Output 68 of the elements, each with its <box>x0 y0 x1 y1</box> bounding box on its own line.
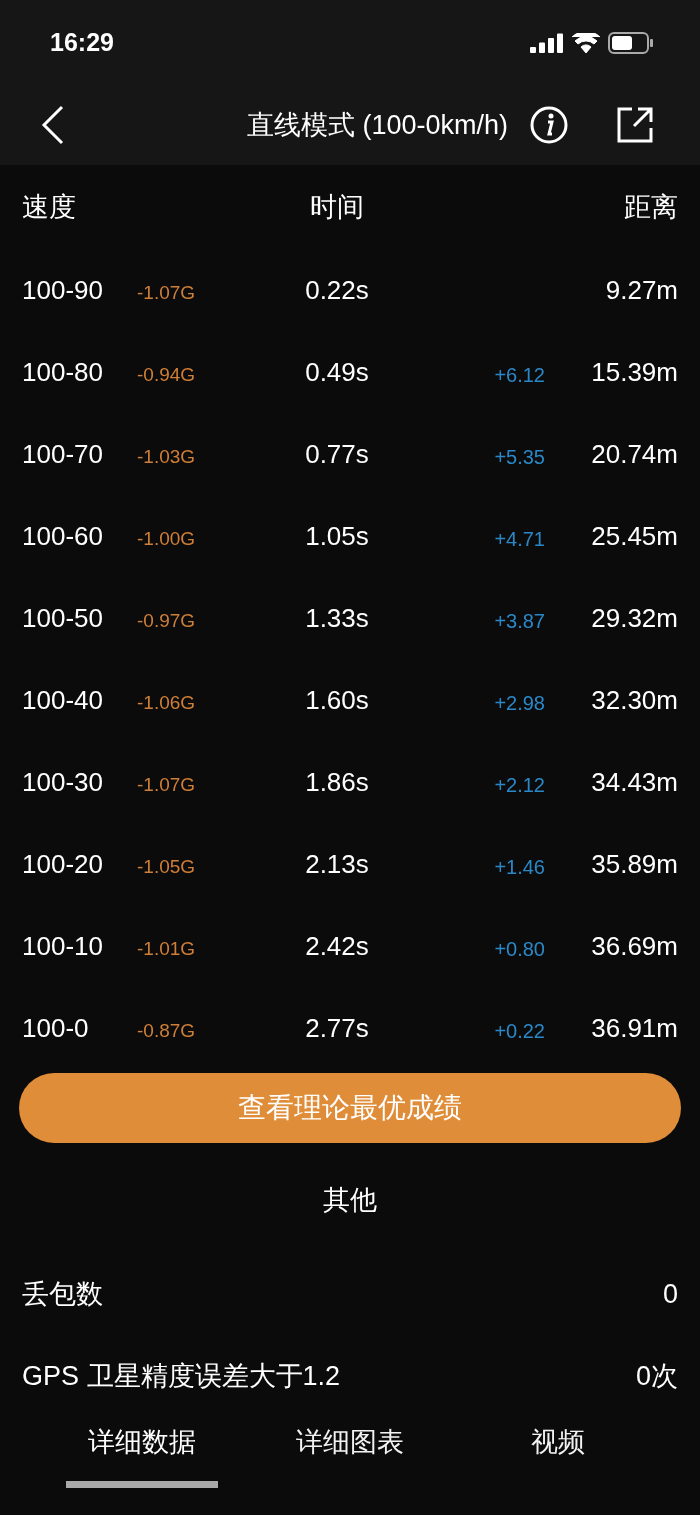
table-cell-text: -1.07G <box>137 281 197 304</box>
tab[interactable]: 详细图表 <box>296 1411 404 1473</box>
column-header: 时间 <box>309 191 365 224</box>
section-title: 其他 <box>322 1183 378 1217</box>
table-cell-text: 100-20 <box>22 848 104 880</box>
table-cell-text: 15.39m <box>590 356 678 388</box>
table-cell-text: 100-70 <box>22 438 104 470</box>
table-cell: +1.46 <box>494 855 545 878</box>
table-cell-text: 2.42s <box>304 930 370 962</box>
table-cell-text: -0.97G <box>137 609 197 632</box>
table-cell-text: -1.03G <box>137 445 197 468</box>
table-cell-text: 2.13s <box>304 848 370 880</box>
tab[interactable]: 详细数据 <box>88 1411 196 1473</box>
battery-icon <box>608 31 654 54</box>
table-cell: +5.35 <box>494 445 545 468</box>
share-button[interactable] <box>616 106 654 144</box>
table-cell-text: 100-50 <box>22 602 104 634</box>
back-button[interactable] <box>40 105 66 145</box>
table-cell-text: 100-30 <box>22 766 104 798</box>
table-cell: +2.12 <box>494 773 545 796</box>
page-title: 直线模式 (100-0km/h) <box>246 109 508 142</box>
table-cell-text: 29.32m <box>590 602 678 634</box>
info-button[interactable] <box>530 106 568 144</box>
table-cell-text: 100-0 <box>22 1012 90 1044</box>
table-cell-text: 0.22s <box>304 274 370 306</box>
table-cell-text: -1.07G <box>137 773 197 796</box>
table-cell-text: 35.89m <box>590 848 678 880</box>
status-time: 16:29 <box>50 28 114 57</box>
table-cell-text: 9.27m <box>604 274 678 306</box>
table-cell-text: 1.86s <box>304 766 370 798</box>
table-cell-text: -0.94G <box>137 363 197 386</box>
info-label: 丢包数 <box>22 1278 104 1311</box>
table-cell-text: 1.60s <box>304 684 370 716</box>
table-cell-text: -1.05G <box>137 855 197 878</box>
table-cell-text: 1.05s <box>304 520 370 552</box>
info-value: 0次 <box>634 1360 678 1393</box>
signal-icon <box>530 32 564 53</box>
tab[interactable]: 视频 <box>531 1411 585 1473</box>
table-cell-text: 20.74m <box>590 438 678 470</box>
table-cell: +0.22 <box>494 1019 545 1042</box>
table-cell: +0.80 <box>494 937 545 960</box>
info-value: 0 <box>661 1278 678 1310</box>
column-header: 速度 <box>22 191 77 224</box>
table-cell-text: -0.87G <box>137 1019 197 1042</box>
table-cell-text: 100-60 <box>22 520 104 552</box>
table-cell: +4.71 <box>494 527 545 550</box>
table-cell-text: -1.01G <box>137 937 197 960</box>
table-cell-text: 34.43m <box>590 766 678 798</box>
table-cell-text: 2.77s <box>304 1012 370 1044</box>
table-cell-text: 36.69m <box>590 930 678 962</box>
table-cell-text: 32.30m <box>590 684 678 716</box>
table-cell: +6.12 <box>494 363 545 386</box>
wifi-icon <box>572 32 600 53</box>
table-cell-text: 0.49s <box>304 356 370 388</box>
table-cell-text: -1.00G <box>137 527 197 550</box>
info-label: GPS 卫星精度误差大于1.2 <box>22 1360 342 1393</box>
table-cell-text: -1.06G <box>137 691 197 714</box>
table-cell-text: 36.91m <box>590 1012 678 1044</box>
table-cell-text: 25.45m <box>590 520 678 552</box>
table-cell: +3.87 <box>494 609 545 632</box>
table-cell-text: 100-90 <box>22 274 104 306</box>
table-cell-text: 0.77s <box>304 438 370 470</box>
table-cell: +2.98 <box>494 691 545 714</box>
table-cell-text: 100-80 <box>22 356 104 388</box>
table-cell-text: 100-40 <box>22 684 104 716</box>
table-cell-text: 100-10 <box>22 930 104 962</box>
column-header: 距离 <box>623 191 678 224</box>
table-cell-text: 1.33s <box>304 602 370 634</box>
